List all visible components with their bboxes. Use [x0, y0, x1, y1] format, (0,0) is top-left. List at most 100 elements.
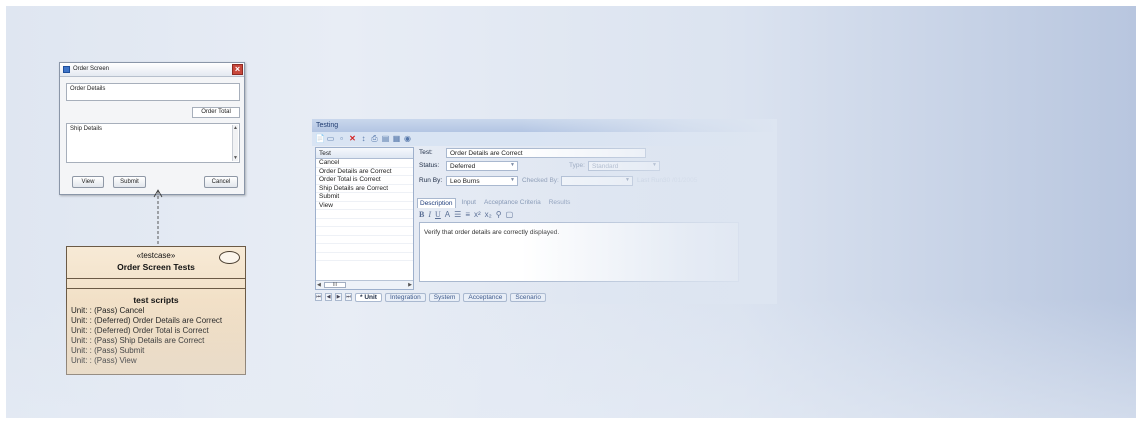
order-details-text: Order Details — [70, 86, 106, 92]
first-tab-icon[interactable]: ⏮ — [315, 293, 322, 301]
order-total-text: Order Total — [201, 109, 231, 115]
description-editor[interactable]: Verify that order details are correctly … — [419, 222, 739, 282]
empty-row — [316, 227, 413, 236]
status-label: Status: — [419, 162, 440, 169]
scroll-right-icon[interactable]: ▶ — [408, 282, 412, 288]
empty-row — [316, 210, 413, 219]
test-name-input[interactable]: Order Details are Correct — [446, 148, 646, 158]
empty-row — [316, 219, 413, 227]
list-item[interactable]: Order Details are Correct — [316, 168, 413, 176]
tab-system[interactable]: System — [428, 292, 461, 302]
report-icon[interactable]: ▤ — [381, 134, 390, 143]
window-icon — [63, 66, 70, 73]
testcase-divider — [67, 279, 245, 289]
list-item[interactable]: Cancel — [316, 159, 413, 168]
list-item[interactable]: Ship Details are Correct — [316, 185, 413, 193]
run-by-label: Run By: — [419, 177, 443, 184]
scroll-up-icon[interactable]: ▲ — [233, 125, 238, 131]
order-screen-titlebar: Order Screen × — [60, 63, 244, 77]
description-text: Verify that order details are correctly … — [424, 229, 560, 236]
prev-tab-icon[interactable]: ◀ — [325, 293, 332, 301]
submit-button[interactable]: Submit — [113, 176, 146, 188]
cancel-button[interactable]: Cancel — [204, 176, 238, 188]
scroll-down-icon[interactable]: ▼ — [233, 155, 238, 161]
save-icon[interactable]: ▭ — [326, 134, 335, 143]
testcase-name: Order Screen Tests — [117, 262, 195, 272]
test-label: Test: — [419, 149, 433, 156]
script-line: Unit: : (Pass) Cancel — [71, 306, 145, 315]
tab-acceptance[interactable]: Acceptance — [463, 292, 508, 302]
print-icon[interactable]: ⎙ — [370, 134, 379, 143]
properties-icon[interactable]: ▦ — [392, 134, 401, 143]
status-value: Deferred — [450, 163, 476, 170]
tab-unit[interactable]: * Unit — [355, 292, 382, 302]
script-line: Unit: : (Pass) Ship Details are Correct — [71, 336, 205, 345]
testing-title: Testing — [312, 119, 777, 132]
last-tab-icon[interactable]: ⏭ — [345, 293, 352, 301]
empty-row — [316, 236, 413, 244]
insert-icon[interactable]: ▢ — [506, 210, 514, 221]
empty-row — [316, 253, 413, 261]
script-line: Unit: : (Deferred) Order Details are Cor… — [71, 316, 223, 325]
last-run-value: 30 /01/2005 — [663, 177, 698, 184]
numbered-list-icon[interactable]: ≡ — [465, 210, 470, 221]
script-line: Unit: : (Pass) Submit — [71, 346, 145, 355]
ship-details-field[interactable]: Ship Details ▲ ▼ — [66, 123, 240, 163]
bullet-list-icon[interactable]: ☰ — [454, 210, 461, 221]
testcase-scripts: test scripts Unit: : (Pass) Cancel Unit:… — [67, 289, 245, 366]
vertical-scrollbar[interactable]: ▲ ▼ — [232, 125, 238, 161]
tab-scenario[interactable]: Scenario — [510, 292, 546, 302]
font-color-icon[interactable]: A — [445, 210, 450, 221]
test-list[interactable]: Test Cancel Order Details are Correct Or… — [315, 147, 414, 290]
tab-input[interactable]: Input — [460, 198, 478, 208]
delete-icon[interactable]: ✕ — [348, 134, 357, 143]
type-select[interactable]: Standard ▼ — [588, 161, 660, 171]
status-select[interactable]: Deferred ▼ — [446, 161, 518, 171]
superscript-icon[interactable]: x² — [474, 210, 481, 221]
test-details-panel: Test: Order Details are Correct Status: … — [417, 147, 772, 290]
list-item[interactable]: View — [316, 202, 413, 210]
chevron-down-icon: ▼ — [510, 162, 515, 168]
horizontal-scrollbar[interactable]: ◀ III ▶ — [316, 280, 413, 289]
checked-by-select[interactable]: ▼ — [561, 176, 633, 186]
view-button[interactable]: View — [72, 176, 104, 188]
test-class-tabs: ⏮ ◀ ▶ ⏭ * Unit Integration System Accept… — [315, 292, 546, 302]
checked-by-label: Checked By: — [522, 177, 559, 184]
subscript-icon[interactable]: x₂ — [485, 210, 492, 221]
chevron-down-icon: ▼ — [510, 177, 515, 183]
testcase-element[interactable]: «testcase» Order Screen Tests test scrip… — [66, 246, 246, 375]
testcase-header: «testcase» Order Screen Tests — [67, 247, 245, 279]
order-total-field[interactable]: Order Total — [192, 107, 240, 118]
copy-icon[interactable]: ▫ — [337, 134, 346, 143]
bold-icon[interactable]: B — [419, 210, 424, 221]
tab-integration[interactable]: Integration — [384, 292, 426, 302]
order-screen-window[interactable]: Order Screen × Order Details Order Total… — [59, 62, 245, 195]
run-by-select[interactable]: Leo Burns ▼ — [446, 176, 518, 186]
sort-icon[interactable]: ↕ — [359, 134, 368, 143]
italic-icon[interactable]: I — [428, 210, 431, 221]
scroll-thumb[interactable]: III — [324, 282, 346, 288]
script-line: Unit: : (Deferred) Order Total is Correc… — [71, 326, 209, 335]
ship-details-text: Ship Details — [70, 126, 103, 132]
list-item[interactable]: Submit — [316, 193, 413, 202]
order-screen-title: Order Screen — [73, 66, 110, 72]
new-test-icon[interactable]: 📄 — [315, 134, 325, 143]
order-details-field[interactable]: Order Details — [66, 83, 240, 101]
hyperlink-icon[interactable]: ⚲ — [496, 210, 502, 221]
close-icon[interactable]: × — [232, 64, 243, 75]
tab-description[interactable]: Description — [417, 198, 456, 208]
usecase-oval-icon — [219, 251, 240, 264]
underline-icon[interactable]: U — [435, 210, 441, 221]
type-value: Standard — [592, 163, 619, 170]
next-tab-icon[interactable]: ▶ — [335, 293, 342, 301]
run-by-value: Leo Burns — [450, 178, 480, 185]
scroll-left-icon[interactable]: ◀ — [317, 282, 321, 288]
testing-window[interactable]: Testing 📄 ▭ ▫ ✕ ↕ ⎙ ▤ ▦ ◉ Test Cancel Or… — [312, 119, 777, 304]
type-label: Type: — [569, 162, 585, 169]
tab-results[interactable]: Results — [547, 198, 573, 208]
list-item[interactable]: Order Total is Correct — [316, 176, 413, 185]
test-list-header: Test — [316, 148, 413, 159]
help-icon[interactable]: ◉ — [403, 134, 412, 143]
tab-acceptance-criteria[interactable]: Acceptance Criteria — [482, 198, 543, 208]
empty-row — [316, 244, 413, 253]
